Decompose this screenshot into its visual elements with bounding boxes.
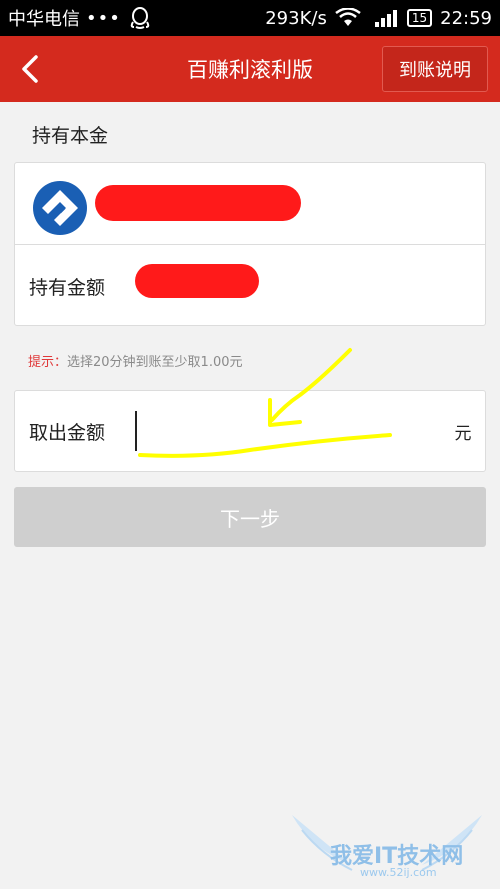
- notification-dots: •••: [86, 7, 121, 29]
- withdraw-amount-row: 取出金额 元: [14, 390, 486, 472]
- network-speed: 293K/s: [265, 7, 327, 29]
- holding-amount-label: 持有金额: [29, 276, 106, 299]
- back-arrow-icon[interactable]: [14, 52, 48, 86]
- redacted-account: [95, 185, 301, 221]
- carrier-name: 中华电信: [8, 9, 80, 30]
- currency-unit: 元: [454, 423, 472, 444]
- status-bar: 中华电信 ••• 293K/s 15 22:59: [0, 0, 500, 36]
- hint-prefix: 提示：: [28, 355, 68, 370]
- wifi-icon: [335, 8, 361, 26]
- qq-icon: [130, 7, 150, 29]
- withdraw-amount-label: 取出金额: [29, 421, 106, 444]
- holding-amount-row: 持有金额: [15, 245, 485, 327]
- clock: 22:59: [440, 7, 492, 29]
- battery-indicator: 15: [406, 9, 433, 27]
- watermark-url: www.52ij.com: [360, 866, 437, 879]
- bank-account-row[interactable]: [15, 163, 485, 245]
- watermark: 我爱IT技术网 www.52ij.com: [282, 810, 492, 884]
- hint-body: 选择20分钟到账至少取1.00元: [67, 355, 243, 370]
- bank-logo-icon: [33, 181, 87, 235]
- arrival-info-button[interactable]: 到账说明: [382, 46, 488, 92]
- hint-text: 提示：选择20分钟到账至少取1.00元: [28, 351, 243, 370]
- redacted-amount: [135, 264, 259, 298]
- title-bar: 百赚利滚利版 到账说明: [0, 36, 500, 102]
- section-title: 持有本金: [32, 125, 109, 147]
- withdraw-amount-input[interactable]: [135, 411, 441, 451]
- next-step-button[interactable]: 下一步: [14, 487, 486, 547]
- holding-card: 持有金额: [14, 162, 486, 326]
- signal-icon: [374, 10, 397, 27]
